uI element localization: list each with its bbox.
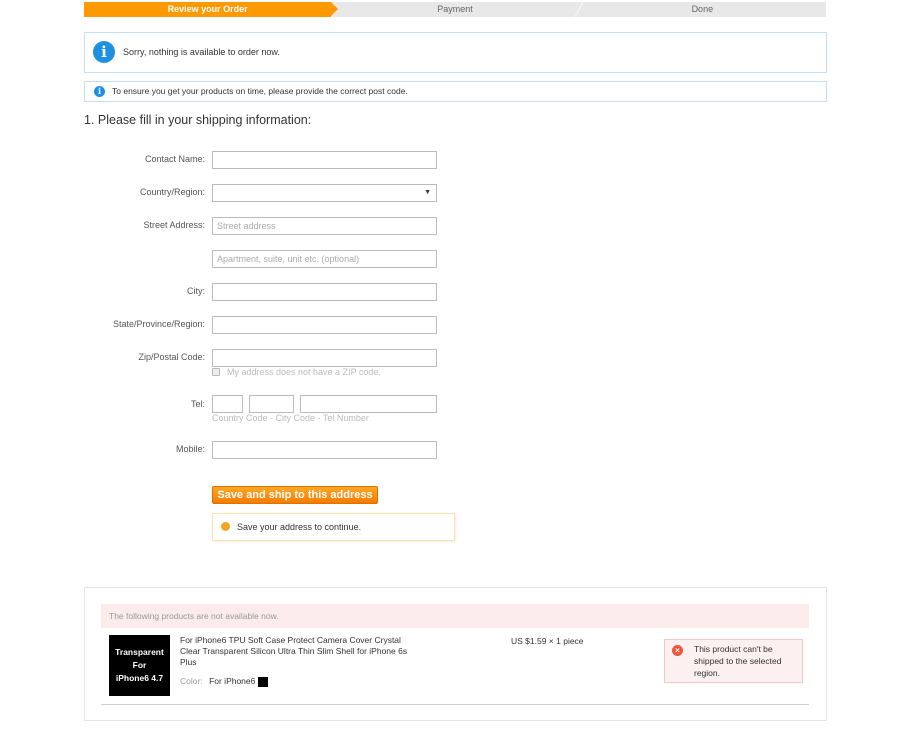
street-label: Street Address: [143,220,205,230]
image-text: iPhone6 4.7 [115,673,164,683]
contact-name-label: Contact Name: [144,154,205,164]
zip-input[interactable] [212,349,437,367]
unavailable-banner: The following products are not available… [101,604,809,628]
notice-nothing-available: i Sorry, nothing is available to order n… [84,32,827,73]
step-done: Done [691,4,714,14]
lightbulb-icon [221,522,230,531]
chevron-down-icon: ▼ [424,189,431,196]
mobile-input[interactable] [212,441,437,459]
save-address-button[interactable]: Save and ship to this address [212,486,378,504]
notice-text: Sorry, nothing is available to order now… [123,47,280,57]
checkout-steps: Review your Order Payment Done [84,2,826,17]
tel-city-code-input[interactable] [249,395,294,413]
unavailable-products-panel: The following products are not available… [84,587,827,721]
city-input[interactable] [212,283,437,301]
color-swatch [257,676,268,687]
apartment-input[interactable]: Apartment, suite, unit etc. (optional) [212,250,437,268]
tel-country-code-input[interactable] [212,395,243,413]
notice-post-code: i To ensure you get your products on tim… [84,81,827,102]
save-address-tooltip: Save your address to continue. [212,513,455,541]
error-text: This product can't be shipped to the sel… [694,644,782,678]
city-label: City: [187,286,205,296]
zip-label: Zip/Postal Code: [138,352,205,362]
tel-label: Tel: [190,399,205,409]
state-input[interactable] [212,316,437,334]
no-zip-label: My address does not have a ZIP code. [227,367,381,377]
divider [101,704,809,705]
notice-text: To ensure you get your products on time,… [112,86,408,96]
mobile-label: Mobile: [175,444,205,454]
info-icon: i [93,41,115,63]
product-price: US $1.59 × 1 piece [511,636,584,646]
contact-name-input[interactable] [212,151,437,169]
state-label: State/Province/Region: [112,319,205,329]
color-value: For iPhone6 [209,676,256,686]
street-input[interactable]: Street address [212,217,437,235]
country-select[interactable]: ▼ [212,184,437,202]
shipping-error: × This product can't be shipped to the s… [664,639,803,683]
step-payment: Payment [331,2,583,17]
image-text: For [132,660,147,670]
no-zip-checkbox[interactable] [212,368,220,376]
step-review: Review your Order [84,2,339,17]
tel-number-input[interactable] [300,395,437,413]
tooltip-text: Save your address to continue. [237,522,362,532]
country-label: Country/Region: [139,187,205,197]
product-title[interactable]: For iPhone6 TPU Soft Case Protect Camera… [180,635,410,668]
info-icon: i [94,86,105,97]
error-icon: × [672,645,683,656]
image-text: Transparent [115,647,164,657]
page-title: 1. Please fill in your shipping informat… [84,113,312,127]
product-color: Color: For iPhone6 [180,676,268,687]
product-image[interactable]: Transparent For iPhone6 4.7 [109,635,170,696]
color-label: Color: [180,676,203,686]
tel-hint: Country Code - City Code - Tel Number [212,413,369,423]
